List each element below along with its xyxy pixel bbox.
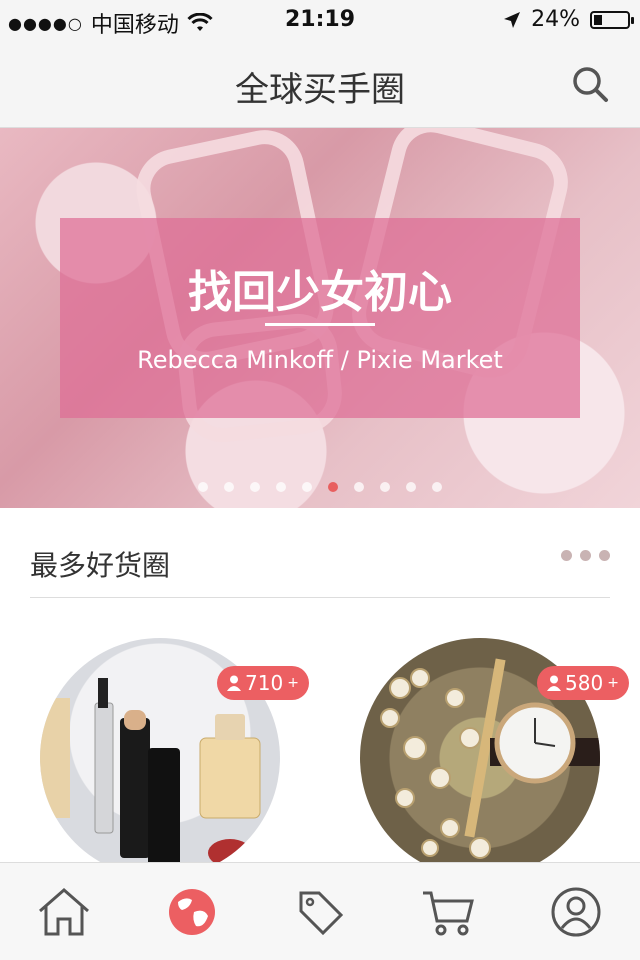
pager-dot[interactable] xyxy=(276,482,286,492)
tag-icon xyxy=(299,891,344,935)
pager-dot[interactable] xyxy=(250,482,260,492)
person-icon xyxy=(227,675,241,691)
profile-icon xyxy=(551,887,601,936)
pager-dot[interactable] xyxy=(354,482,364,492)
pager-dot[interactable] xyxy=(198,482,208,492)
tab-home[interactable] xyxy=(34,882,94,942)
globe-icon xyxy=(169,888,215,935)
home-icon xyxy=(39,887,89,935)
banner-subtitle: Rebecca Minkoff / Pixie Market xyxy=(137,346,503,374)
banner-divider xyxy=(265,323,375,326)
status-bar: ●●●●○ 中国移动 21:19 24% xyxy=(0,0,640,40)
member-count-badge: 710 + xyxy=(217,666,309,700)
tab-global[interactable] xyxy=(162,882,222,942)
person-icon xyxy=(547,675,561,691)
member-count: 580 xyxy=(565,671,604,695)
pager-dot[interactable] xyxy=(380,482,390,492)
section-header: 最多好货圈 xyxy=(30,508,610,598)
tab-bar xyxy=(0,862,640,960)
tab-tags[interactable] xyxy=(290,882,350,942)
banner-text-overlay: 找回少女初心 Rebecca Minkoff / Pixie Market xyxy=(60,218,580,418)
member-count-badge: 580 + xyxy=(537,666,629,700)
pager-dot[interactable] xyxy=(224,482,234,492)
battery-icon xyxy=(590,10,634,29)
pager-dot[interactable] xyxy=(406,482,416,492)
cart-icon xyxy=(423,891,474,935)
promo-banner[interactable]: 找回少女初心 Rebecca Minkoff / Pixie Market xyxy=(0,128,640,508)
count-plus: + xyxy=(287,675,299,691)
search-icon[interactable] xyxy=(570,64,610,104)
navigation-bar: 全球买手圈 xyxy=(0,40,640,128)
tab-cart[interactable] xyxy=(418,882,478,942)
more-dots-icon[interactable] xyxy=(561,550,610,561)
pager-dot[interactable] xyxy=(328,482,338,492)
battery-percent: 24% xyxy=(531,7,580,32)
member-count: 710 xyxy=(245,671,284,695)
count-plus: + xyxy=(607,675,619,691)
location-arrow-icon xyxy=(504,11,521,28)
tab-profile[interactable] xyxy=(546,882,606,942)
pager-dot[interactable] xyxy=(302,482,312,492)
section-title: 最多好货圈 xyxy=(30,549,171,582)
banner-headline: 找回少女初心 xyxy=(188,267,452,318)
banner-page-indicator[interactable] xyxy=(0,482,640,492)
pager-dot[interactable] xyxy=(432,482,442,492)
page-title: 全球买手圈 xyxy=(235,70,405,110)
